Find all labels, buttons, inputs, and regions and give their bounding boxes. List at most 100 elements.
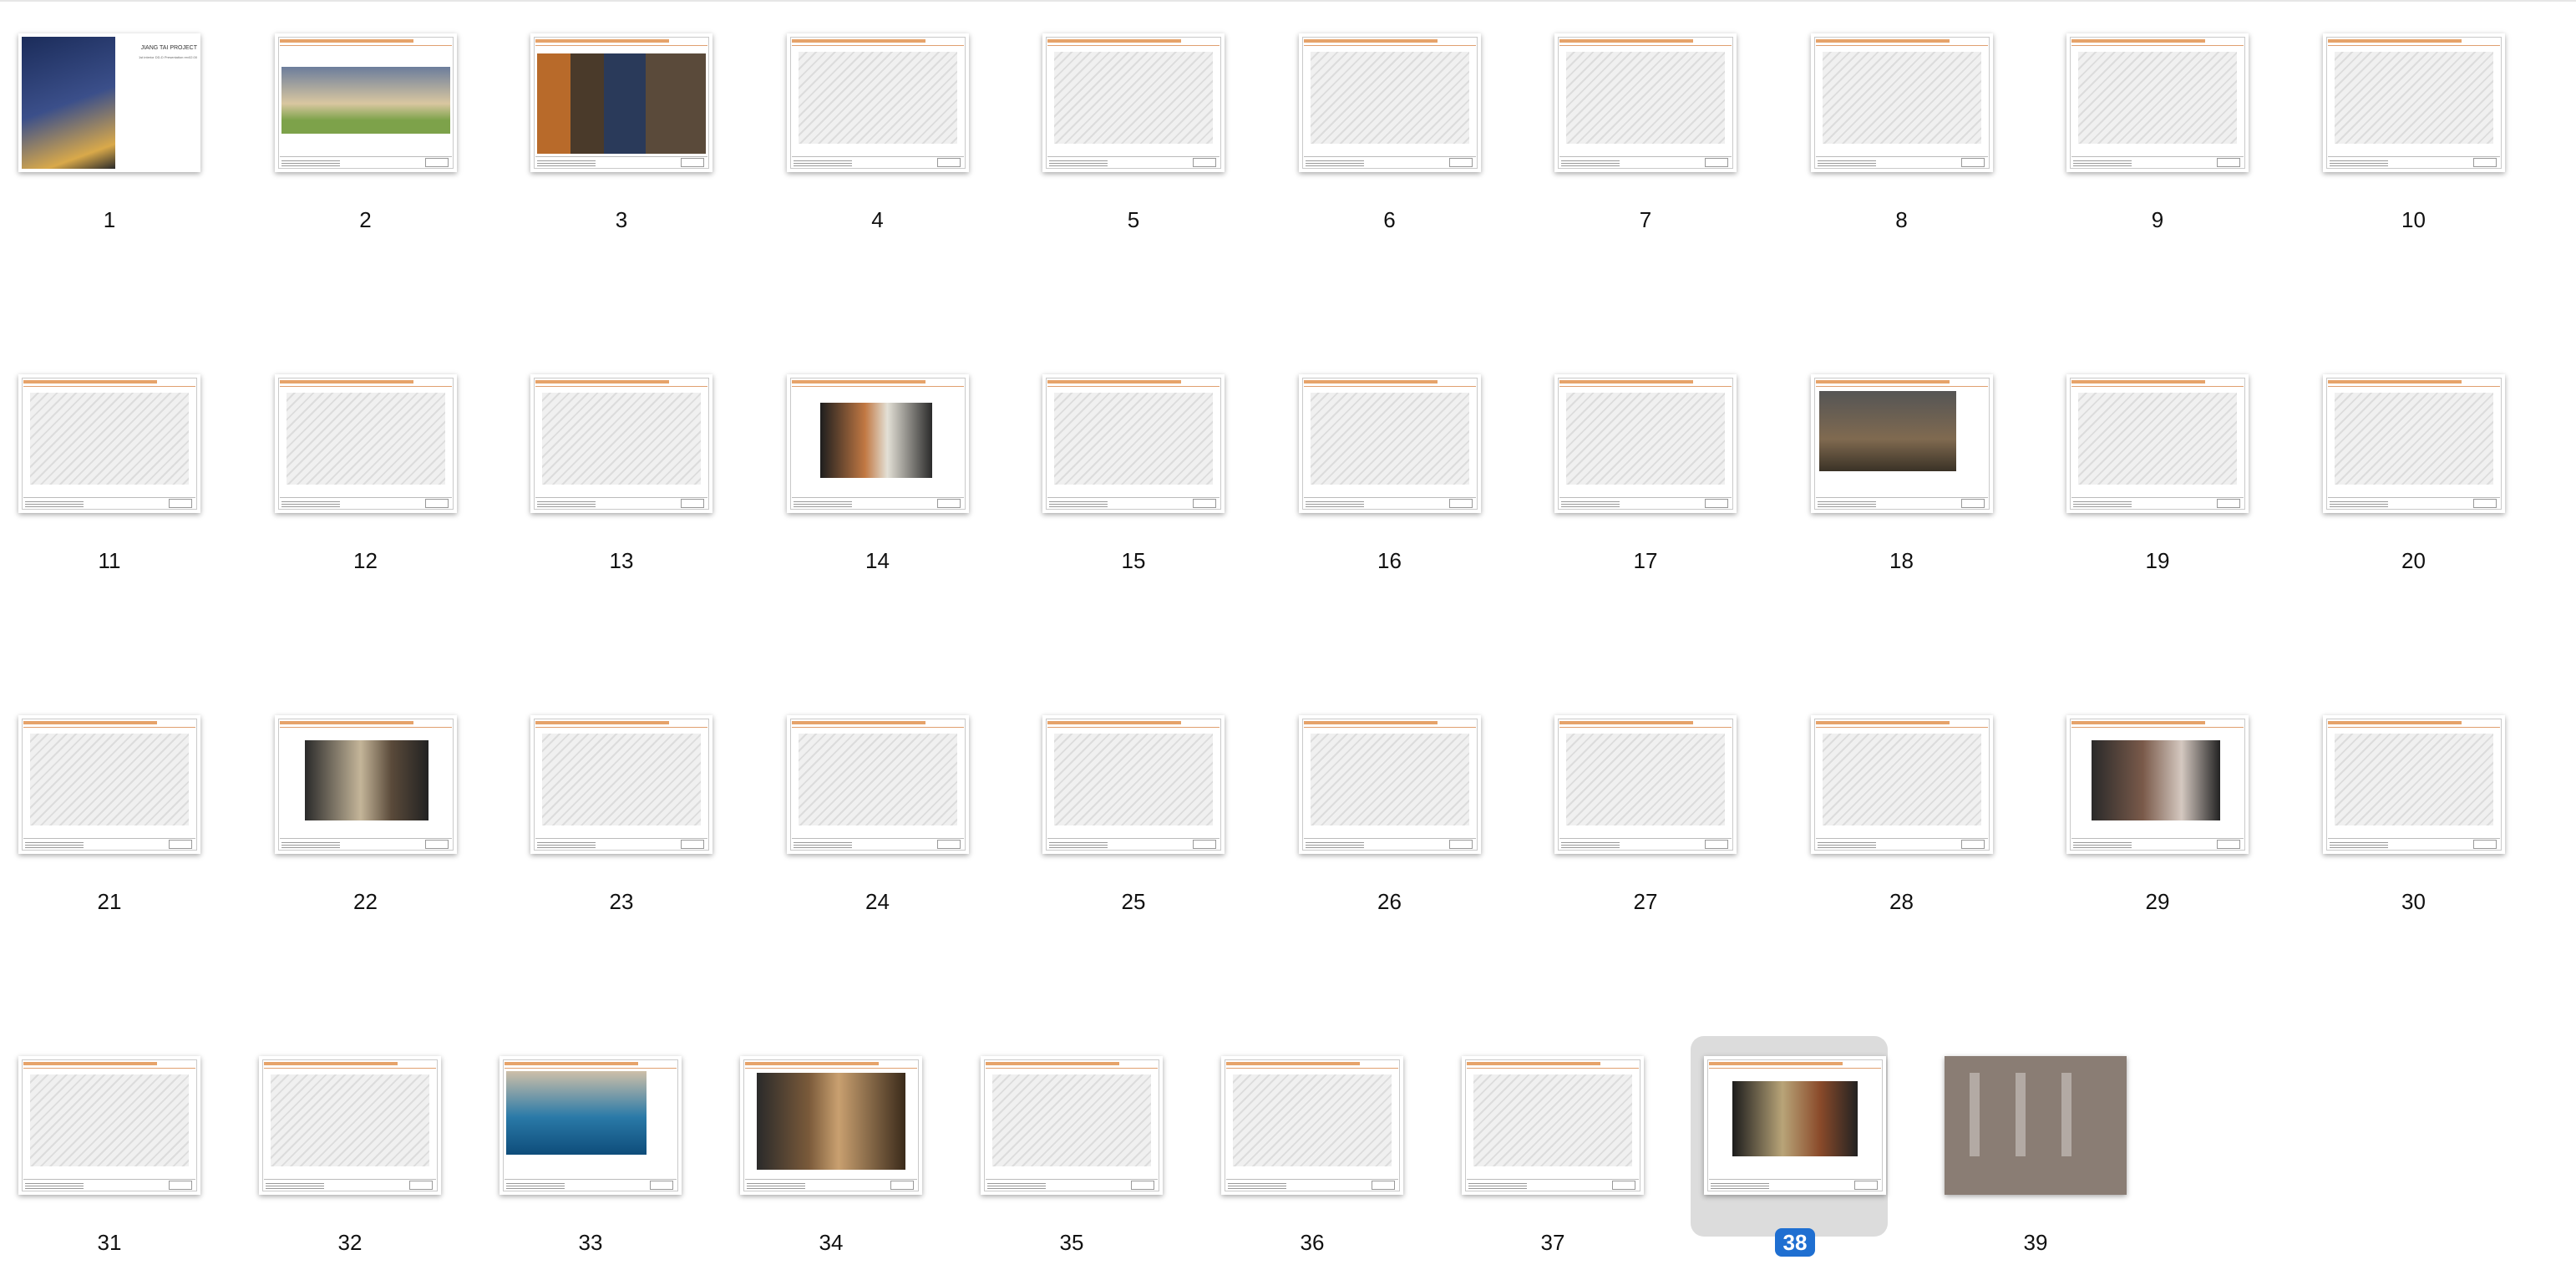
page-thumbnail[interactable]: 15 bbox=[1024, 341, 1275, 592]
slide-preview[interactable] bbox=[1462, 1056, 1644, 1195]
page-thumbnail[interactable]: 12 bbox=[256, 341, 507, 592]
slide-preview[interactable] bbox=[1221, 1056, 1403, 1195]
page-thumbnail[interactable]: 14 bbox=[768, 341, 1019, 592]
slide-preview[interactable] bbox=[1554, 374, 1737, 513]
slide-preview[interactable] bbox=[1298, 374, 1481, 513]
slide-preview[interactable] bbox=[1704, 1056, 1886, 1195]
slide-preview[interactable] bbox=[274, 374, 457, 513]
page-number: 27 bbox=[1633, 889, 1658, 914]
page-number: 20 bbox=[2401, 548, 2426, 573]
page-number: 19 bbox=[2145, 548, 2170, 573]
page-number: 38 bbox=[1686, 1228, 1904, 1257]
page-thumbnail[interactable]: 6 bbox=[1280, 0, 1531, 251]
slide-preview[interactable]: JIANG TAI PROJECT 1st interior DD-D Prese… bbox=[18, 33, 200, 172]
page-thumbnail[interactable]: 31 bbox=[0, 1023, 251, 1273]
page-number: 2 bbox=[359, 207, 372, 232]
page-number: 16 bbox=[1377, 548, 1402, 573]
slide-preview[interactable] bbox=[2322, 33, 2505, 172]
page-thumbnail[interactable]: 29 bbox=[2048, 682, 2299, 932]
slide-preview[interactable] bbox=[259, 1056, 441, 1195]
page-thumbnail[interactable]: 32 bbox=[241, 1023, 491, 1273]
slide-preview[interactable] bbox=[2322, 374, 2505, 513]
slide-preview[interactable] bbox=[1810, 374, 1993, 513]
slide-preview[interactable] bbox=[1042, 374, 1225, 513]
slide-preview[interactable] bbox=[2066, 715, 2249, 854]
page-thumbnail[interactable]: 26 bbox=[1280, 682, 1531, 932]
page-thumbnail[interactable]: 36 bbox=[1203, 1023, 1453, 1273]
slide-preview[interactable] bbox=[274, 33, 457, 172]
page-thumbnail[interactable]: 8 bbox=[1793, 0, 2043, 251]
slide-preview[interactable] bbox=[1042, 33, 1225, 172]
page-number: 8 bbox=[1895, 207, 1908, 232]
slide-preview[interactable] bbox=[18, 715, 200, 854]
slide-preview[interactable] bbox=[530, 33, 712, 172]
page-thumbnail[interactable]: 2 bbox=[256, 0, 507, 251]
page-thumbnail[interactable]: 28 bbox=[1793, 682, 2043, 932]
page-thumbnail[interactable]: 9 bbox=[2048, 0, 2299, 251]
page-number: 1 bbox=[103, 207, 116, 232]
page-thumbnail[interactable]: 20 bbox=[2305, 341, 2555, 592]
slide-preview[interactable] bbox=[786, 715, 969, 854]
page-thumbnail[interactable]: 17 bbox=[1536, 341, 1787, 592]
page-thumbnail[interactable]: 18 bbox=[1793, 341, 2043, 592]
page-thumbnail[interactable]: 5 bbox=[1024, 0, 1275, 251]
page-thumbnail[interactable]: 23 bbox=[512, 682, 763, 932]
page-thumbnail[interactable]: 27 bbox=[1536, 682, 1787, 932]
slide-preview[interactable] bbox=[786, 33, 969, 172]
slide-preview[interactable] bbox=[1042, 715, 1225, 854]
page-number: 37 bbox=[1540, 1230, 1565, 1255]
page-thumbnail[interactable]: 19 bbox=[2048, 341, 2299, 592]
slide-preview[interactable] bbox=[981, 1056, 1163, 1195]
page-thumbnail[interactable]: 21 bbox=[0, 682, 251, 932]
slide-preview[interactable] bbox=[18, 1056, 200, 1195]
slide-preview[interactable] bbox=[1298, 33, 1481, 172]
page-thumbnail[interactable]: 16 bbox=[1280, 341, 1531, 592]
slide-preview[interactable] bbox=[2322, 715, 2505, 854]
page-thumbnail[interactable]: 22 bbox=[256, 682, 507, 932]
page-number: 24 bbox=[865, 889, 890, 914]
page-thumbnail[interactable]: 3 bbox=[512, 0, 763, 251]
slide-preview[interactable] bbox=[1810, 715, 1993, 854]
page-number: 28 bbox=[1889, 889, 1914, 914]
page-thumbnail[interactable]: 10 bbox=[2305, 0, 2555, 251]
page-thumbnail[interactable]: JIANG TAI PROJECT 1st interior DD-D Prese… bbox=[0, 0, 251, 251]
page-thumbnail[interactable]: 35 bbox=[962, 1023, 1213, 1273]
page-number: 33 bbox=[578, 1230, 603, 1255]
slide-preview[interactable] bbox=[1554, 33, 1737, 172]
page-thumbnail[interactable]: 34 bbox=[722, 1023, 972, 1273]
page-number: 26 bbox=[1377, 889, 1402, 914]
slide-preview[interactable] bbox=[1810, 33, 1993, 172]
page-number: 11 bbox=[98, 548, 121, 573]
page-number: 7 bbox=[1639, 207, 1652, 232]
page-number: 22 bbox=[353, 889, 378, 914]
cover-subtitle: 1st interior DD-D Presentation rev02.00 bbox=[138, 55, 197, 59]
page-number: 13 bbox=[609, 548, 634, 573]
slide-preview[interactable] bbox=[274, 715, 457, 854]
page-number: 15 bbox=[1121, 548, 1146, 573]
page-thumbnail[interactable]: 7 bbox=[1536, 0, 1787, 251]
page-thumbnail[interactable]: 37 bbox=[1443, 1023, 1694, 1273]
page-number: 5 bbox=[1127, 207, 1140, 232]
slide-preview[interactable] bbox=[1945, 1056, 2127, 1195]
slide-preview[interactable] bbox=[2066, 33, 2249, 172]
slide-preview[interactable] bbox=[1298, 715, 1481, 854]
slide-preview[interactable] bbox=[18, 374, 200, 513]
page-thumbnail[interactable]: 33 bbox=[481, 1023, 732, 1273]
page-thumbnail[interactable]: 13 bbox=[512, 341, 763, 592]
slide-preview[interactable] bbox=[530, 374, 712, 513]
page-thumbnail[interactable]: 11 bbox=[0, 341, 251, 592]
page-thumbnail[interactable]: 24 bbox=[768, 682, 1019, 932]
page-thumbnail[interactable]: 38 bbox=[1686, 1023, 1936, 1273]
slide-preview[interactable] bbox=[2066, 374, 2249, 513]
page-thumbnail[interactable]: 25 bbox=[1024, 682, 1275, 932]
slide-preview[interactable] bbox=[1554, 715, 1737, 854]
slide-preview[interactable] bbox=[530, 715, 712, 854]
slide-preview[interactable] bbox=[499, 1056, 682, 1195]
page-number: 31 bbox=[97, 1230, 122, 1255]
slide-preview[interactable] bbox=[740, 1056, 922, 1195]
page-number: 29 bbox=[2145, 889, 2170, 914]
page-thumbnail[interactable]: 39 bbox=[1926, 1023, 2177, 1273]
page-thumbnail[interactable]: 30 bbox=[2305, 682, 2555, 932]
slide-preview[interactable] bbox=[786, 374, 969, 513]
page-thumbnail[interactable]: 4 bbox=[768, 0, 1019, 251]
